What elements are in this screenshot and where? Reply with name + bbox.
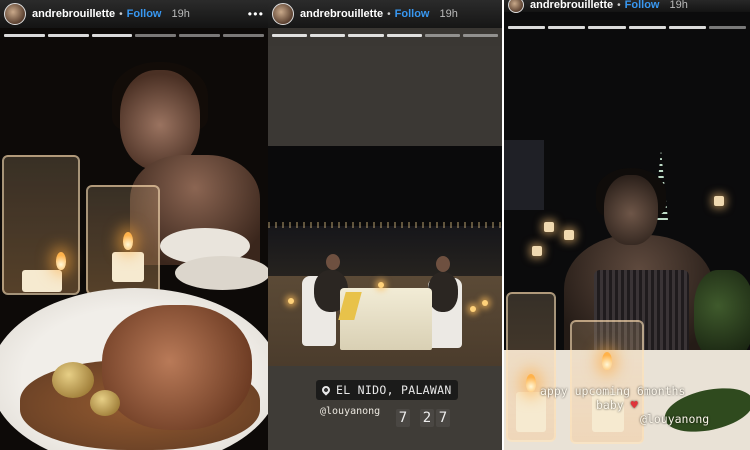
heart-icon: ♥ [630,398,638,412]
caption-line-1: appy upcoming 6months [540,384,686,398]
story-panel-1[interactable]: andrebrouillette • Follow 19h • • • [0,0,268,450]
follow-button[interactable]: Follow [127,8,162,20]
post-time: 19h [669,0,688,11]
post-time: 19h [171,8,190,20]
username[interactable]: andrebrouillette [32,8,115,20]
story-caption: appy upcoming 6months baby ♥ @louyanong [540,384,750,426]
story-panel-2[interactable]: andrebrouillette • Follow 19h • • • EL N… [268,0,502,450]
avatar[interactable] [508,0,524,13]
story-progress [272,34,499,37]
avatar[interactable] [4,3,26,25]
story-progress [4,34,264,37]
time-minute-ones: 7 [436,409,450,427]
location-label: EL NIDO, PALAWAN [336,383,452,397]
avatar[interactable] [272,3,294,25]
separator-dot: • [119,8,123,20]
story-header: andrebrouillette • Follow 19h • • • [0,0,268,28]
time-sticker: 7 2 7 [396,409,450,427]
mention-tag[interactable]: @louyanong [320,406,380,417]
story-progress [508,26,747,29]
username[interactable]: andrebrouillette [530,0,613,11]
mention-tag[interactable]: @louyanong [540,412,750,426]
story-header: andrebrouillette • Follow 19h • • • [268,0,502,28]
separator-dot: • [617,0,621,11]
location-pin-icon [320,384,332,396]
location-sticker[interactable]: EL NIDO, PALAWAN [316,380,458,400]
caption-line-2: baby [596,398,624,412]
story-header: andrebrouillette • Follow 19h [504,0,750,13]
time-hour: 7 [396,409,410,427]
separator-dot: • [387,8,391,20]
follow-button[interactable]: Follow [395,8,430,20]
story-panel-3[interactable]: andrebrouillette • Follow 19h appy upcom… [504,0,750,450]
follow-button[interactable]: Follow [625,0,660,11]
time-minute-tens: 2 [420,409,434,427]
more-options-icon[interactable]: • • • [248,7,263,21]
post-time: 19h [439,8,458,20]
username[interactable]: andrebrouillette [300,8,383,20]
